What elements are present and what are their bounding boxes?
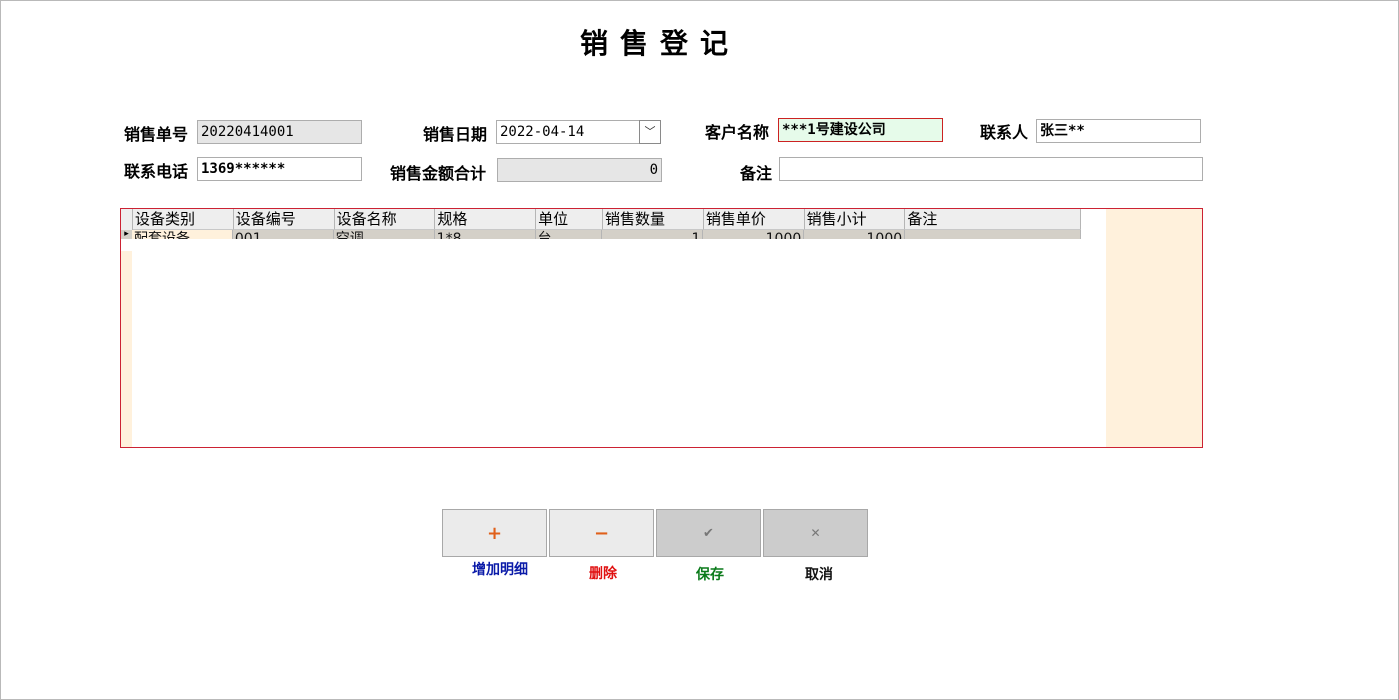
plus-icon: + [486,522,503,544]
cancel-button[interactable]: ✕ [763,509,868,557]
delete-button[interactable]: − [549,509,654,557]
grid-empty-area [1106,209,1202,447]
add-detail-label[interactable]: 增加明细 [447,559,553,579]
column-header[interactable]: 设备编号 [233,209,335,230]
column-header[interactable]: 设备类别 [132,209,234,230]
column-header[interactable]: 销售单价 [703,209,805,230]
save-button[interactable]: ✔ [656,509,761,557]
save-label[interactable]: 保存 [657,564,763,584]
column-header[interactable]: 设备名称 [334,209,436,230]
column-header[interactable]: 销售小计 [804,209,906,230]
chevron-down-icon: ﹀ [644,125,656,138]
sale-date-field[interactable]: 2022-04-14 [496,120,640,144]
customer-label: 客户名称 [705,123,770,142]
detail-grid[interactable]: 设备类别 设备编号 设备名称 规格 单位 销售数量 销售单价 销售小计 备注 ▸… [120,208,1203,448]
order-no-label: 销售单号 [124,125,189,144]
column-header[interactable]: 规格 [435,209,537,230]
grid-selector-header [121,209,133,230]
grid-left-strip [121,251,132,447]
table-cell[interactable]: 台 [536,230,603,239]
page-title: 销售登记 [579,27,740,60]
total-field: 0 [497,158,662,182]
remark-label: 备注 [740,164,773,183]
column-header[interactable]: 单位 [536,209,604,230]
sale-date-label: 销售日期 [423,125,488,144]
total-label: 销售金额合计 [390,164,487,183]
column-header[interactable]: 备注 [905,209,1082,230]
date-dropdown-button[interactable]: ﹀ [639,120,661,144]
table-cell[interactable] [905,230,1081,239]
column-header[interactable]: 销售数量 [603,209,704,230]
delete-label[interactable]: 删除 [550,563,656,583]
table-cell[interactable]: 001 [233,230,334,239]
table-cell[interactable]: 1000 [804,230,906,239]
table-cell[interactable]: 空调 [334,230,435,239]
table-cell[interactable]: 1*8 [435,230,536,239]
table-cell[interactable]: 配套设备 [131,230,233,239]
close-icon: ✕ [810,526,821,540]
table-row[interactable]: ▸ 配套设备 001 空调 1*8 台 1 1000 1000 [121,230,1081,239]
add-detail-button[interactable]: + [442,509,547,557]
grid-header: 设备类别 设备编号 设备名称 规格 单位 销售数量 销售单价 销售小计 备注 [121,209,1082,230]
phone-label: 联系电话 [124,162,189,181]
contact-field[interactable]: 张三** [1036,119,1201,143]
table-cell[interactable]: 1 [602,230,704,239]
contact-label: 联系人 [980,123,1029,142]
phone-field[interactable]: 1369****** [197,157,362,181]
order-no-field[interactable]: 20220414001 [197,120,362,144]
remark-field[interactable] [779,157,1203,181]
customer-field[interactable]: ***1号建设公司 [778,118,943,142]
row-selector-icon[interactable]: ▸ [121,230,132,239]
minus-icon: − [593,522,610,544]
check-icon: ✔ [703,525,714,541]
cancel-label[interactable]: 取消 [766,564,872,584]
table-cell[interactable]: 1000 [703,230,805,239]
